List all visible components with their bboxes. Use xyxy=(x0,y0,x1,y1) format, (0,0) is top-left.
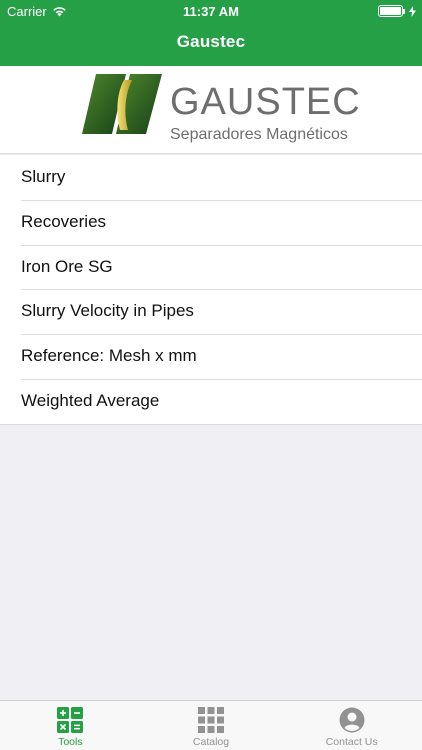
tab-catalog-label: Catalog xyxy=(192,736,230,748)
tab-contact-us-label: Contact Us xyxy=(325,736,378,748)
calculator-icon xyxy=(57,707,84,733)
app-header: Carrier 11:37 AM Gaustec xyxy=(0,0,422,66)
logo-banner: GAUSTEC Separadores Magnéticos xyxy=(0,66,422,154)
status-time: 11:37 AM xyxy=(183,4,239,19)
battery-fill xyxy=(380,7,401,15)
menu-item-iron-ore-sg[interactable]: Iron Ore SG xyxy=(0,244,422,290)
grid-icon xyxy=(198,707,224,733)
tab-bar: Tools Catalog Contact Us xyxy=(0,700,422,750)
logo-tagline: Separadores Magnéticos xyxy=(170,126,348,143)
menu-item-slurry[interactable]: Slurry xyxy=(0,155,422,200)
menu-item-recoveries[interactable]: Recoveries xyxy=(0,199,422,245)
tab-tools-label: Tools xyxy=(58,736,83,748)
gaustec-logo-icon xyxy=(82,74,162,134)
nav-title: Gaustec xyxy=(176,32,246,51)
status-bar: Carrier 11:37 AM xyxy=(0,0,422,22)
charging-bolt-icon xyxy=(409,5,416,17)
tab-catalog[interactable]: Catalog xyxy=(141,701,282,750)
battery-icon xyxy=(378,5,405,17)
menu-item-slurry-velocity[interactable]: Slurry Velocity in Pipes xyxy=(0,289,422,334)
logo-wordmark: GAUSTEC xyxy=(170,81,361,123)
tab-contact-us[interactable]: Contact Us xyxy=(281,701,422,750)
tab-tools[interactable]: Tools xyxy=(0,701,141,750)
tools-menu: Slurry Recoveries Iron Ore SG Slurry Vel… xyxy=(0,155,422,425)
person-icon xyxy=(339,707,365,733)
menu-item-weighted-average[interactable]: Weighted Average xyxy=(0,378,422,424)
menu-item-mesh-reference[interactable]: Reference: Mesh x mm xyxy=(0,334,422,379)
battery-indicator xyxy=(378,5,416,17)
